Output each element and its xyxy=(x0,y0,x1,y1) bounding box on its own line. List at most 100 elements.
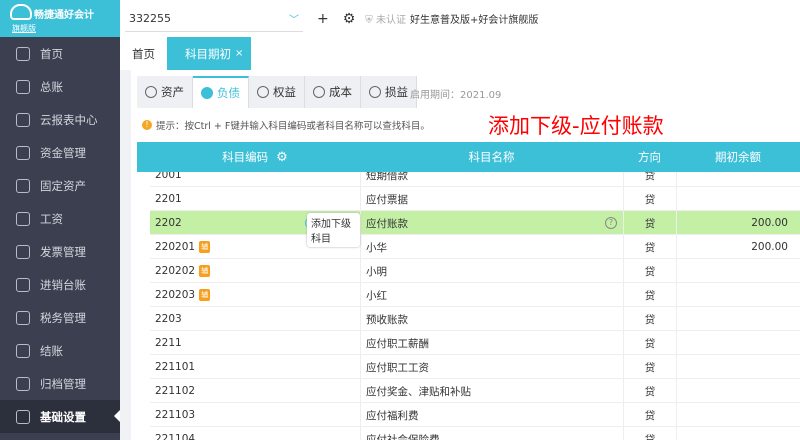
ledger-icon xyxy=(16,79,30,94)
sidebar-item[interactable]: 结账 xyxy=(0,334,120,367)
amount-cell[interactable] xyxy=(676,427,800,440)
tab-label: 首页 xyxy=(132,46,155,61)
category-icon xyxy=(313,86,325,98)
gear-icon[interactable]: ⚙ xyxy=(343,11,356,27)
table-row[interactable]: 221102 应付奖金、津贴和补贴 贷 xyxy=(150,379,800,403)
direction: 贷 xyxy=(644,385,656,398)
account-code: 221102 xyxy=(155,385,196,397)
category-tabs: 资产 负债 权益 成本 损益 xyxy=(137,76,417,108)
amount-cell[interactable] xyxy=(676,187,800,211)
category-tab[interactable]: 损益 xyxy=(361,76,417,108)
add-icon[interactable]: + xyxy=(317,11,329,27)
direction: 贷 xyxy=(644,361,656,374)
salary-icon xyxy=(16,211,30,226)
amount-cell[interactable] xyxy=(676,331,800,355)
amount-cell[interactable] xyxy=(676,403,800,427)
sidebar-item[interactable]: 进销台账 xyxy=(0,268,120,301)
header-label: 科目名称 xyxy=(468,150,515,164)
code-cell: 2201 xyxy=(155,187,360,211)
sidebar-item[interactable]: 工资 xyxy=(0,202,120,235)
code-cell: 2211 xyxy=(155,331,360,355)
category-tab[interactable]: 成本 xyxy=(305,76,361,108)
table-row[interactable]: 2211 应付职工薪酬 贷 xyxy=(150,331,800,355)
account-code: 2202 xyxy=(155,217,182,229)
sidebar-item[interactable]: 归档管理 xyxy=(0,367,120,400)
table-row[interactable]: 220203 辅小红贷 xyxy=(150,283,800,307)
sidebar-item[interactable]: 税务管理 xyxy=(0,301,120,334)
category-icon xyxy=(201,87,213,99)
sidebar-item[interactable]: 首页 xyxy=(0,37,120,70)
account-code: 220203 xyxy=(155,289,196,301)
sidebar-item-label: 首页 xyxy=(40,46,63,61)
header-code[interactable]: 科目编码 ⚙ xyxy=(150,142,360,172)
name-cell: 应付社会保险费 xyxy=(360,427,623,440)
category-tab[interactable]: 权益 xyxy=(249,76,305,108)
table-row[interactable]: 220202 辅小明贷 xyxy=(150,259,800,283)
sidebar-item-label: 归档管理 xyxy=(40,376,86,391)
category-icon xyxy=(369,86,381,98)
gear-icon[interactable]: ⚙ xyxy=(276,150,288,165)
name-cell: 应付票据 xyxy=(360,187,623,211)
direction: 贷 xyxy=(644,193,656,206)
account-name: 应付社会保险费 xyxy=(366,433,440,440)
code-cell: 221102 xyxy=(155,379,360,403)
amount-cell[interactable] xyxy=(676,355,800,379)
account-select[interactable]: 332255 ﹀ xyxy=(125,6,303,32)
name-cell: 应付奖金、津贴和补贴 xyxy=(360,379,623,403)
category-tab[interactable]: 负债 xyxy=(193,76,249,108)
direction: 贷 xyxy=(644,433,656,440)
account-code: 220202 xyxy=(155,265,196,277)
sidebar-item-label: 税务管理 xyxy=(40,310,86,325)
money-icon xyxy=(16,145,30,160)
version-label: 好生意普及版+好会计旗舰版 xyxy=(409,15,539,26)
amount-cell[interactable]: 200.00 xyxy=(676,235,800,259)
unverified-status[interactable]: ⛨ 未认证 xyxy=(365,11,406,26)
table-row[interactable]: 220201 辅 小华 贷 200.00 xyxy=(150,235,800,259)
table-row[interactable]: 221101 应付职工工资 贷 xyxy=(150,355,800,379)
app-logo[interactable]: 畅捷通好会计 旗舰版 xyxy=(0,0,120,37)
amount-cell[interactable] xyxy=(676,307,800,331)
category-tab-label: 损益 xyxy=(385,85,408,99)
cloud-logo-icon xyxy=(10,4,32,20)
name-cell: 小明 xyxy=(360,259,623,283)
table-row[interactable]: 221103 应付福利费 贷 xyxy=(150,403,800,427)
sidebar-item[interactable]: 基础设置 xyxy=(0,400,120,433)
name-cell: 小华 xyxy=(360,235,623,259)
account-code: 221101 xyxy=(155,361,196,373)
category-tab-label: 成本 xyxy=(329,85,352,99)
amount-cell[interactable] xyxy=(676,379,800,403)
code-cell: 221104 xyxy=(155,427,360,440)
sidebar-item-label: 工资 xyxy=(40,211,63,226)
tab-home[interactable]: 首页 xyxy=(120,37,167,70)
amount-cell[interactable] xyxy=(676,283,800,307)
header-label: 方向 xyxy=(638,150,661,164)
table-row[interactable]: 2202+添加下级科目应付账款? 贷 200.00 xyxy=(150,211,800,247)
top-bar: 332255 ﹀ + ⚙ ⛨ 未认证 好生意普及版+好会计旗舰版 xyxy=(120,0,800,37)
sidebar-item[interactable]: 总账 xyxy=(0,70,120,103)
account-code: 2203 xyxy=(155,313,182,325)
chart-icon xyxy=(16,112,30,127)
table-row[interactable]: 2201 应付票据 贷 xyxy=(150,187,800,211)
sidebar-item[interactable]: 固定资产 xyxy=(0,169,120,202)
close-account-icon xyxy=(16,343,30,358)
sidebar-item[interactable]: 资金管理 xyxy=(0,136,120,169)
tab-opening-balance[interactable]: 科目期初 × xyxy=(167,37,252,70)
direction: 贷 xyxy=(644,409,656,422)
amount-cell[interactable]: 200.00 xyxy=(676,211,800,235)
direction-cell: 贷 xyxy=(623,427,676,440)
auxiliary-badge: 辅 xyxy=(199,265,211,277)
help-icon[interactable]: ? xyxy=(605,217,617,229)
code-cell: 220202 辅 xyxy=(155,259,360,283)
sidebar-item[interactable]: 云报表中心 xyxy=(0,103,120,136)
direction-cell: 贷 xyxy=(623,187,676,211)
table-row[interactable]: 221104 应付社会保险费 贷 xyxy=(150,427,800,440)
sidebar-item-label: 结账 xyxy=(40,343,63,358)
sidebar-item-label: 云报表中心 xyxy=(40,112,98,127)
table-row[interactable]: 2203 预收账款 贷 xyxy=(150,307,800,331)
sidebar-item[interactable]: 发票管理 xyxy=(0,235,120,268)
category-tab[interactable]: 资产 xyxy=(137,76,193,108)
amount-cell[interactable] xyxy=(676,259,800,283)
direction-cell: 贷 xyxy=(623,259,676,283)
name-cell: 应付职工薪酬 xyxy=(360,331,623,355)
close-icon[interactable]: × xyxy=(235,48,243,59)
